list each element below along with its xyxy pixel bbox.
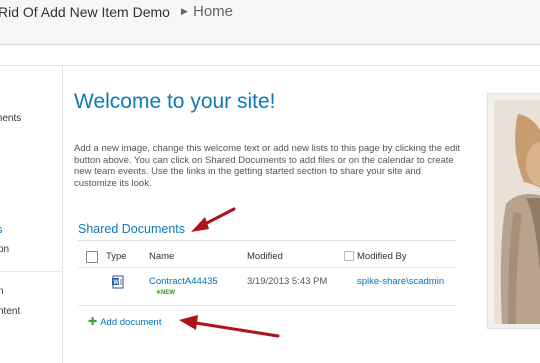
section-divider (78, 240, 456, 241)
nav-item-documents[interactable]: ments (0, 113, 21, 124)
table-bottom-divider (78, 305, 456, 306)
left-navigation: ments s on n ntent (0, 66, 63, 363)
column-header-name[interactable]: Name (149, 251, 174, 262)
nav-item-recycle[interactable]: n (0, 286, 4, 297)
arrow-to-shared-documents-icon (191, 207, 236, 232)
nav-item-lists[interactable]: s (0, 224, 3, 236)
arrow-to-add-document-icon (179, 315, 280, 338)
shared-documents-title[interactable]: Shared Documents (78, 222, 185, 236)
welcome-text: Add a new image, change this welcome tex… (74, 143, 461, 189)
document-modified-by-link[interactable]: spike-share\scadmin (357, 276, 444, 287)
site-image (487, 93, 540, 329)
column-header-modified-by[interactable]: Modified By (357, 251, 407, 262)
document-modified: 3/19/2013 5:43 PM (247, 276, 328, 287)
ribbon-area (0, 45, 540, 66)
nav-item-site-content[interactable]: ntent (0, 306, 20, 317)
breadcrumb-arrow-icon: ▶ (181, 6, 188, 16)
add-document-link[interactable]: ✚ Add document (88, 315, 161, 328)
page-title: Welcome to your site! (74, 90, 276, 113)
nav-item-discussion[interactable]: on (0, 244, 9, 255)
header-divider (78, 267, 456, 268)
document-name-link[interactable]: ContractA44435 (149, 276, 218, 287)
plus-icon: ✚ (88, 316, 98, 328)
column-header-type[interactable]: Type (106, 251, 127, 262)
modified-by-checkbox[interactable] (344, 251, 354, 261)
word-document-icon[interactable]: W (112, 275, 124, 289)
breadcrumb-current: Home (193, 3, 234, 20)
column-header-modified[interactable]: Modified (247, 251, 283, 262)
new-badge: ✱NEW (156, 290, 176, 296)
svg-text:W: W (113, 280, 119, 286)
site-title[interactable]: Rid Of Add New Item Demo (0, 4, 170, 20)
title-bar: Rid Of Add New Item Demo ▶ Home (0, 0, 540, 45)
select-all-checkbox[interactable] (86, 251, 98, 263)
nav-divider (0, 271, 62, 272)
